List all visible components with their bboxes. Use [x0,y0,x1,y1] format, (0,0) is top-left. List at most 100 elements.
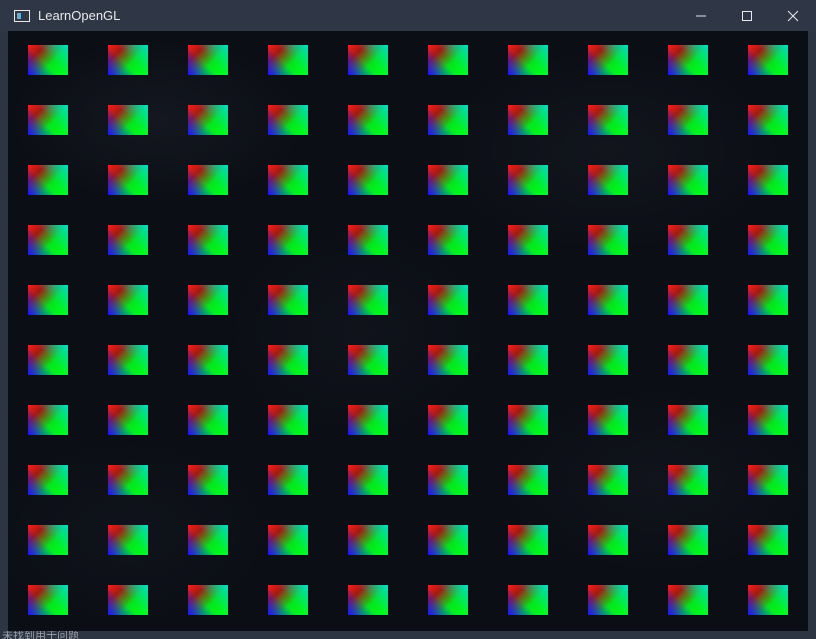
gradient-quad [508,225,548,255]
gradient-quad [348,345,388,375]
gradient-quad [508,105,548,135]
gradient-quad [108,225,148,255]
gradient-quad [28,585,68,615]
gradient-quad [668,45,708,75]
gradient-quad [108,165,148,195]
gradient-quad [28,345,68,375]
gradient-quad [588,525,628,555]
minimize-button[interactable] [678,0,724,31]
gradient-quad [588,165,628,195]
gradient-quad [748,45,788,75]
gradient-quad [268,405,308,435]
gradient-quad [668,585,708,615]
gradient-quad [188,45,228,75]
gradient-quad [348,45,388,75]
gradient-quad [508,285,548,315]
gradient-quad [28,285,68,315]
gradient-quad [108,105,148,135]
gradient-quad [188,405,228,435]
gradient-quad [348,165,388,195]
gradient-quad [668,225,708,255]
bottom-status-text: 未找到用于问题 [2,631,79,639]
minimize-icon [696,15,706,16]
gradient-quad [188,525,228,555]
gradient-quad [268,285,308,315]
close-button[interactable] [770,0,816,31]
gradient-quad [28,525,68,555]
gradient-quad [748,405,788,435]
gradient-quad [508,45,548,75]
gradient-quad [108,405,148,435]
gradient-quad [108,465,148,495]
gradient-quad [668,285,708,315]
gradient-quad [508,585,548,615]
gradient-quad [428,225,468,255]
gradient-quad [668,345,708,375]
gradient-quad [28,405,68,435]
gradient-quad [348,285,388,315]
gradient-quad [188,165,228,195]
gradient-quad [428,405,468,435]
gradient-quad [188,345,228,375]
gradient-quad [348,525,388,555]
gradient-quad [508,465,548,495]
gradient-quad [428,285,468,315]
gradient-quad [268,105,308,135]
gradient-quad [588,105,628,135]
gradient-quad [508,405,548,435]
window-app-icon [14,9,30,22]
gradient-quad [588,585,628,615]
gradient-quad [668,465,708,495]
gradient-quad [108,345,148,375]
gradient-quad [428,585,468,615]
gradient-quad [188,465,228,495]
close-icon [787,10,799,21]
gradient-quad [348,465,388,495]
gradient-quad [428,465,468,495]
gradient-quad [508,165,548,195]
title-bar[interactable]: LearnOpenGL [0,0,816,31]
gradient-quad [28,225,68,255]
gradient-quad [268,225,308,255]
maximize-button[interactable] [724,0,770,31]
gradient-quad [428,525,468,555]
gradient-quad [268,45,308,75]
gradient-quad [188,225,228,255]
gradient-quad [748,105,788,135]
gradient-quad [748,585,788,615]
opengl-viewport[interactable] [8,31,808,631]
app-window: LearnOpenGL 未找到用于问题 [0,0,816,639]
window-title: LearnOpenGL [38,8,121,23]
gradient-quad [428,345,468,375]
gradient-quad [108,525,148,555]
gradient-quad [348,105,388,135]
gradient-quad [588,345,628,375]
gradient-quad [508,345,548,375]
gradient-quad [108,45,148,75]
gradient-quad [748,525,788,555]
gradient-quad [188,105,228,135]
gradient-quad [588,225,628,255]
gradient-quad [28,465,68,495]
gradient-quad [348,405,388,435]
gradient-quad [28,105,68,135]
gradient-quad [428,45,468,75]
gradient-quad [668,105,708,135]
gradient-quad [668,405,708,435]
gradient-quad [428,165,468,195]
gradient-quad [588,45,628,75]
maximize-icon [742,10,752,21]
gradient-quad [268,345,308,375]
gradient-quad [108,585,148,615]
gradient-quad [748,345,788,375]
gradient-quad [428,105,468,135]
window-controls [678,0,816,31]
gradient-quad [748,465,788,495]
gradient-quad [748,165,788,195]
gradient-quad [748,225,788,255]
gradient-quad [588,465,628,495]
gradient-quad [748,285,788,315]
gradient-quad [268,165,308,195]
gradient-quad [588,285,628,315]
gradient-quad [268,525,308,555]
